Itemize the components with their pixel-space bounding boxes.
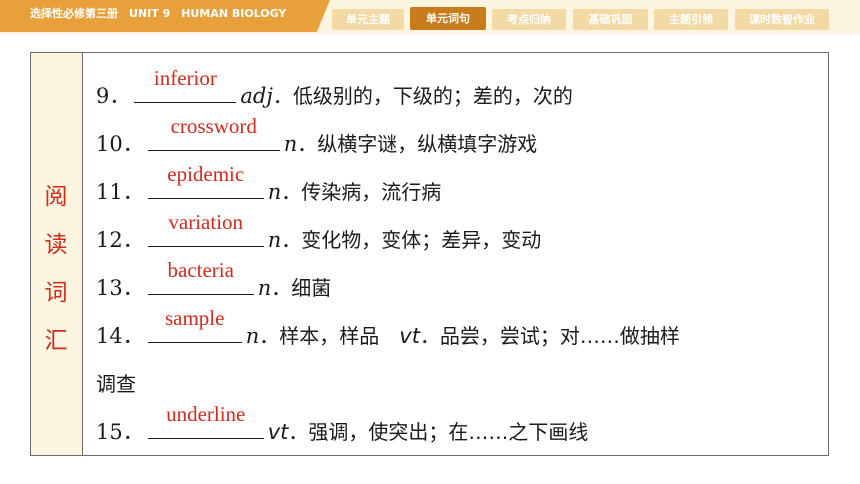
vocab-entry: 13． bacteria n．细菌 bbox=[96, 258, 332, 302]
meaning: ．强调，使突出；在……之下画线 bbox=[288, 420, 589, 444]
answer-word: bacteria bbox=[167, 258, 234, 282]
meaning: ．传染病，流行病 bbox=[281, 180, 442, 204]
answer-word: underline bbox=[166, 402, 246, 426]
entry-number: 15． bbox=[96, 420, 144, 444]
answer-blank: variation bbox=[147, 210, 264, 247]
section-label-char: 汇 bbox=[44, 328, 68, 354]
meaning: ．变化物，变体；差异，变动 bbox=[281, 228, 542, 252]
section-label-char: 阅 bbox=[44, 184, 68, 210]
entry-continuation: 调查 bbox=[96, 372, 136, 396]
answer-word: variation bbox=[168, 210, 244, 234]
meaning: ．低级别的，下级的；差的，次的 bbox=[272, 84, 573, 108]
section-label-char: 词 bbox=[44, 280, 68, 306]
tab-basic-practice[interactable]: 基础巩固 bbox=[573, 9, 648, 30]
vocabulary-panel: 阅 读 词 汇 bbox=[30, 52, 829, 456]
section-label-reading-vocabulary: 阅 读 词 汇 bbox=[31, 53, 83, 455]
entry-number: 14． bbox=[96, 324, 144, 348]
answer-blank: underline bbox=[147, 402, 264, 439]
tab-digital-homework[interactable]: 课时数智作业 bbox=[735, 9, 829, 30]
entry-number: 10． bbox=[96, 132, 144, 156]
part-of-speech: n bbox=[283, 132, 298, 156]
answer-blank: inferior bbox=[134, 66, 237, 103]
part-of-speech: n bbox=[267, 180, 282, 204]
entry-number: 13． bbox=[96, 276, 144, 300]
course-title: 选择性必修第三册 UNIT 9 HUMAN BIOLOGY bbox=[0, 0, 330, 32]
entry-number: 9． bbox=[96, 84, 131, 108]
answer-blank: epidemic bbox=[147, 162, 264, 199]
vocab-entry: 10． crossword n．纵横字谜，纵横填字游戏 bbox=[96, 114, 538, 158]
tab-key-points[interactable]: 考点归纳 bbox=[492, 9, 566, 30]
part-of-speech: n bbox=[267, 228, 282, 252]
entry-number: 11． bbox=[96, 180, 144, 204]
answer-word: sample bbox=[164, 306, 225, 330]
vocab-entry: 11． epidemic n．传染病，流行病 bbox=[96, 162, 442, 206]
meaning: ．细菌 bbox=[271, 276, 332, 300]
top-navigation-bar: 选择性必修第三册 UNIT 9 HUMAN BIOLOGY 单元主题 单元词句 … bbox=[0, 0, 860, 34]
meaning: ．纵横字谜，纵横填字游戏 bbox=[297, 132, 538, 156]
part-of-speech: adj bbox=[240, 84, 273, 108]
part-of-speech: n bbox=[257, 276, 272, 300]
section-label-char: 读 bbox=[44, 232, 68, 258]
part-of-speech: n bbox=[245, 324, 260, 348]
meaning: ．品尝，尝试；对……做抽样 bbox=[419, 324, 680, 348]
vocab-entry: 14． sample n．样本，样品 vt．品尝，尝试；对……做抽样 bbox=[96, 306, 680, 350]
vocab-entry: 12． variation n．变化物，变体；差异，变动 bbox=[96, 210, 542, 254]
meaning: ．样本，样品 bbox=[259, 324, 400, 348]
answer-blank: bacteria bbox=[147, 258, 254, 295]
answer-word: inferior bbox=[153, 66, 217, 90]
vocab-entry: 15． underline vt．强调，使突出；在……之下画线 bbox=[96, 402, 589, 446]
part-of-speech: vt bbox=[399, 324, 420, 348]
part-of-speech: vt bbox=[267, 420, 289, 444]
entry-number: 12． bbox=[96, 228, 144, 252]
tab-unit-theme[interactable]: 单元主题 bbox=[332, 9, 404, 30]
tab-theme-guide[interactable]: 主题引领 bbox=[654, 9, 728, 30]
answer-word: crossword bbox=[170, 114, 257, 138]
answer-blank: crossword bbox=[147, 114, 280, 151]
vocab-entry: 9． inferior adj．低级别的，下级的；差的，次的 bbox=[96, 66, 573, 110]
answer-word: epidemic bbox=[167, 162, 245, 186]
answer-blank: sample bbox=[147, 306, 242, 343]
tab-unit-words[interactable]: 单元词句 bbox=[410, 7, 486, 30]
